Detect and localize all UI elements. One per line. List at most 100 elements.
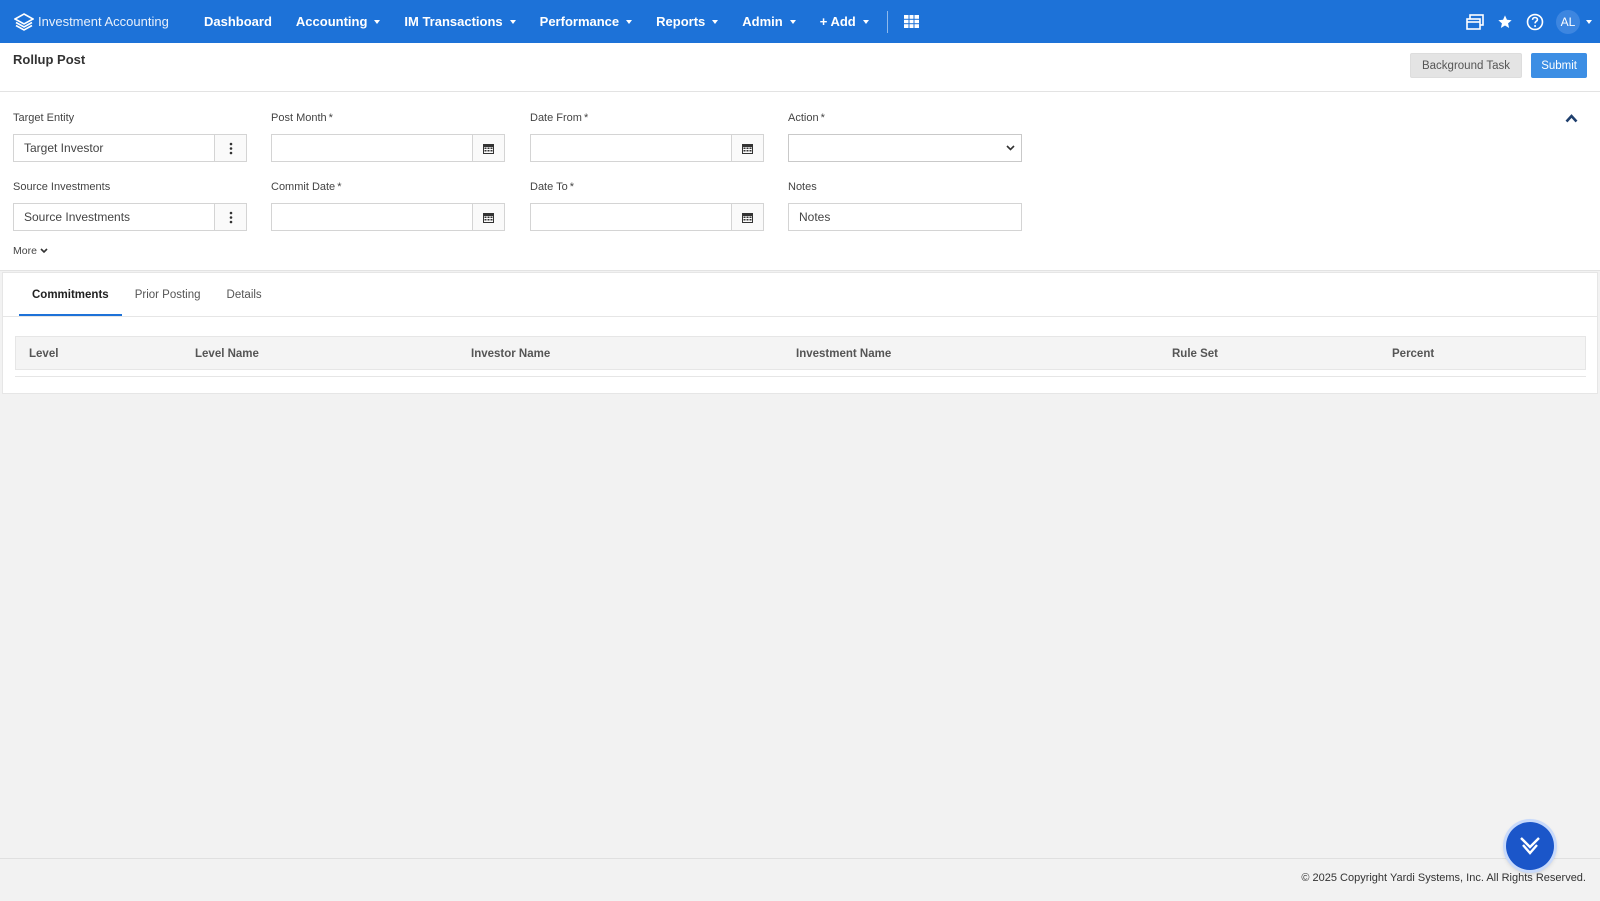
post-month-calendar-button[interactable]: [472, 135, 504, 161]
commit-date-label: Commit Date *: [271, 181, 342, 193]
apps-grid-button[interactable]: [892, 0, 931, 43]
post-month-input[interactable]: [271, 134, 505, 162]
caret-down-icon: [626, 19, 633, 24]
top-right-tools: AL: [1460, 0, 1592, 43]
col-investment-name[interactable]: Investment Name: [796, 337, 891, 371]
action-select[interactable]: [788, 134, 1022, 162]
date-to-input[interactable]: [530, 203, 764, 231]
grid-body-empty: [15, 370, 1586, 377]
col-level-name[interactable]: Level Name: [195, 337, 259, 371]
col-percent[interactable]: Percent: [1392, 337, 1434, 371]
footer: © 2025 Copyright Yardi Systems, Inc. All…: [0, 858, 1600, 901]
copyright-text: © 2025 Copyright Yardi Systems, Inc. All…: [1301, 872, 1586, 884]
target-entity-input[interactable]: Target Investor: [13, 134, 247, 162]
nav-admin[interactable]: Admin: [730, 0, 807, 43]
tab-bar: Commitments Prior Posting Details: [19, 273, 275, 317]
date-from-calendar-button[interactable]: [731, 135, 763, 161]
top-nav-bar: Investment Accounting Dashboard Accounti…: [0, 0, 1600, 43]
page-title: Rollup Post: [13, 52, 86, 67]
kebab-icon: [229, 142, 232, 154]
source-investments-field: Source Investments Source Investments: [13, 181, 247, 231]
action-field: Action *: [788, 112, 1022, 162]
date-from-label: Date From *: [530, 112, 589, 124]
nav-admin-label: Admin: [742, 14, 783, 29]
notes-field: Notes Notes: [788, 181, 1022, 231]
grid-icon: [903, 15, 919, 28]
calendar-icon: [742, 143, 753, 154]
filter-panel: Target Entity Target Investor Source Inv…: [0, 92, 1600, 271]
tabs-divider: [3, 316, 1597, 317]
commitments-grid-header: Level Level Name Investor Name Investmen…: [15, 336, 1586, 370]
tab-commitments[interactable]: Commitments: [19, 273, 122, 317]
brand-name: Investment Accounting: [38, 14, 169, 29]
nav-dashboard-label: Dashboard: [204, 14, 272, 29]
commit-date-value: [272, 204, 472, 230]
col-rule-set[interactable]: Rule Set: [1172, 337, 1218, 371]
nav-reports[interactable]: Reports: [644, 0, 730, 43]
nav-accounting-label: Accounting: [295, 14, 368, 29]
tab-details[interactable]: Details: [214, 273, 275, 316]
date-to-label: Date To *: [530, 181, 574, 193]
col-level[interactable]: Level: [29, 337, 58, 371]
target-entity-field: Target Entity Target Investor: [13, 112, 247, 162]
calendar-icon: [483, 143, 494, 154]
nav-im-transactions[interactable]: IM Transactions: [392, 0, 527, 43]
chevron-down-icon: [40, 248, 48, 254]
collapse-filters-button[interactable]: [1565, 110, 1578, 128]
nav-add[interactable]: + Add: [808, 0, 881, 43]
nav-performance[interactable]: Performance: [528, 0, 644, 43]
nav-divider: [886, 10, 888, 33]
avatar: AL: [1556, 9, 1580, 34]
target-entity-label: Target Entity: [13, 112, 75, 124]
commit-date-input[interactable]: [271, 203, 505, 231]
caret-down-icon: [374, 19, 381, 24]
date-from-input[interactable]: [530, 134, 764, 162]
help-button[interactable]: [1520, 0, 1550, 43]
help-icon: [1526, 13, 1544, 30]
brand-logo[interactable]: Investment Accounting: [14, 12, 192, 31]
caret-down-icon: [789, 19, 796, 24]
windows-button[interactable]: [1460, 0, 1490, 43]
page-header: Rollup Post Background Task Submit: [0, 43, 1600, 92]
notes-value: Notes: [799, 210, 831, 224]
caret-down-icon: [509, 19, 516, 24]
submit-button[interactable]: Submit: [1531, 53, 1587, 78]
notes-input[interactable]: Notes: [788, 203, 1022, 231]
favorites-button[interactable]: [1490, 0, 1520, 43]
chevron-down-icon: [1006, 145, 1015, 151]
calendar-icon: [483, 212, 494, 223]
main-nav: Dashboard Accounting IM Transactions Per…: [192, 0, 931, 43]
post-month-field: Post Month *: [271, 112, 505, 162]
background-task-button[interactable]: Background Task: [1409, 53, 1522, 78]
target-entity-lookup-button[interactable]: [214, 135, 246, 161]
date-to-value: [531, 204, 731, 230]
nav-performance-label: Performance: [539, 14, 620, 29]
date-to-calendar-button[interactable]: [731, 204, 763, 230]
more-label: More: [13, 245, 37, 257]
notes-label: Notes: [788, 181, 817, 193]
caret-down-icon: [1586, 19, 1592, 24]
col-investor-name[interactable]: Investor Name: [471, 337, 550, 371]
nav-accounting[interactable]: Accounting: [284, 0, 393, 43]
double-chevron-down-icon: [1520, 837, 1540, 855]
commit-date-calendar-button[interactable]: [472, 204, 504, 230]
source-investments-input[interactable]: Source Investments: [13, 203, 247, 231]
more-toggle[interactable]: More: [13, 245, 48, 257]
assistant-fab-button[interactable]: [1506, 822, 1554, 870]
nav-dashboard[interactable]: Dashboard: [192, 0, 284, 43]
date-from-field: Date From *: [530, 112, 764, 162]
layers-logo-icon: [14, 12, 34, 31]
source-investments-label: Source Investments: [13, 181, 111, 193]
target-entity-value: Target Investor: [24, 141, 104, 155]
user-menu[interactable]: AL: [1556, 0, 1592, 43]
chevron-up-icon: [1565, 114, 1578, 123]
tab-prior-posting[interactable]: Prior Posting: [122, 273, 214, 316]
caret-down-icon: [712, 19, 719, 24]
nav-reports-label: Reports: [656, 14, 706, 29]
source-investments-lookup-button[interactable]: [214, 204, 246, 230]
kebab-icon: [229, 211, 232, 223]
commit-date-field: Commit Date *: [271, 181, 505, 231]
source-investments-value: Source Investments: [24, 210, 131, 224]
calendar-icon: [742, 212, 753, 223]
action-label: Action *: [788, 112, 825, 124]
